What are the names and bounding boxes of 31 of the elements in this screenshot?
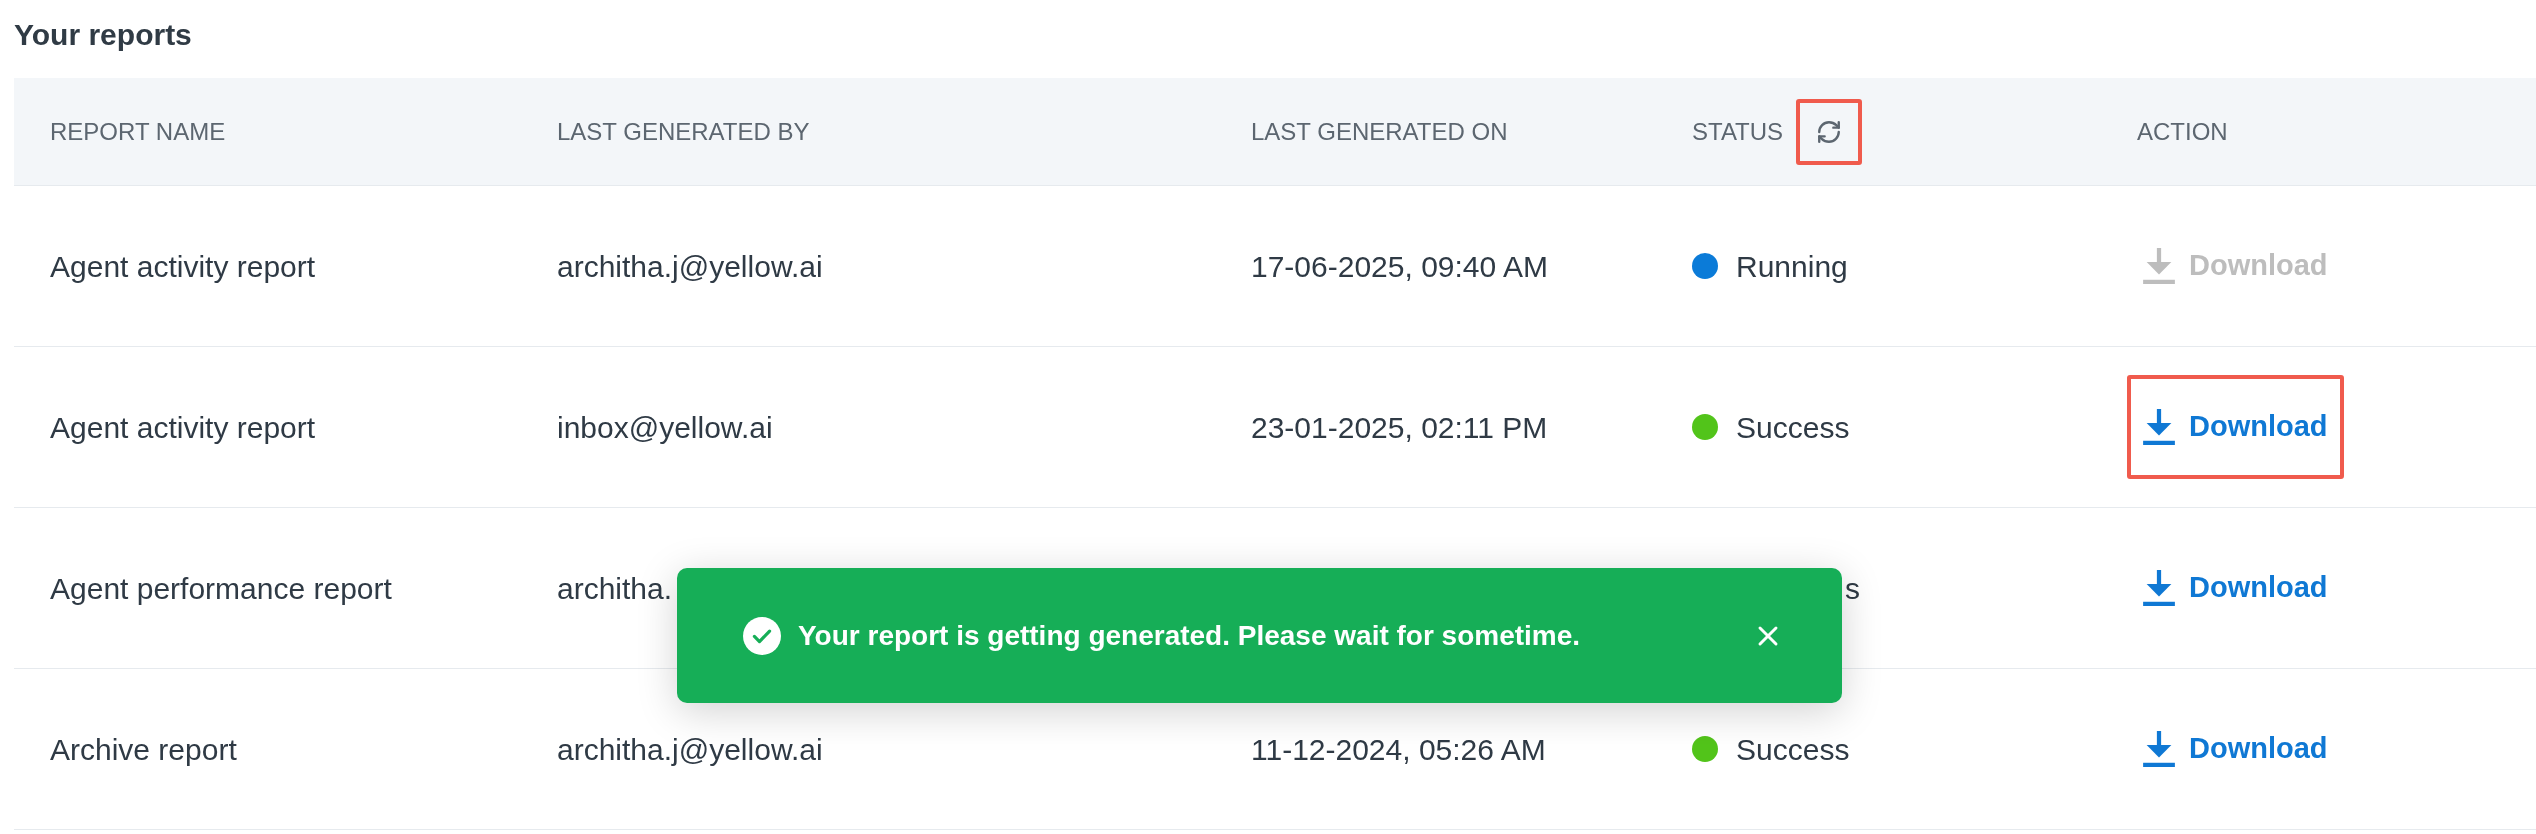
column-header: STATUS [1692,116,1784,147]
download-button[interactable]: Download [2143,566,2328,610]
table-cell: Agent activity report [50,249,316,283]
download-icon [2143,248,2175,284]
download-button[interactable]: Download [2143,727,2328,771]
table-cell: 23-01-2025, 02:11 PM [1251,410,1548,444]
check-circle-icon [743,616,781,655]
table-cell: 17-06-2025, 09:40 AM [1251,249,1548,283]
column-header: REPORT NAME [50,116,226,147]
status-text: s [1845,570,1860,607]
table-cell: Agent activity report [50,410,316,444]
download-icon [2143,570,2175,606]
toast-message: Your report is getting generated. Please wait for sometime. [798,618,1581,653]
column-header: LAST GENERATED BY [557,116,810,147]
status-text: Running [1736,248,1848,285]
column-header: ACTION [2137,116,2228,147]
table-cell: inbox@yellow.ai [557,410,773,444]
download-button[interactable]: Download [2143,405,2328,449]
table-cell: architha.j@yellow.ai [557,732,823,766]
status-text: Success [1736,409,1850,446]
table-cell: architha.j@yellow.ai [557,249,823,283]
table-cell: 11-12-2024, 05:26 AM [1251,732,1546,766]
column-header: LAST GENERATED ON [1251,116,1508,147]
status-text: Success [1736,731,1850,768]
table-cell: Archive report [50,732,237,766]
download-icon [2143,409,2175,445]
page-title: Your reports [14,17,192,53]
table-cell: Agent performance report [50,571,392,605]
refresh-icon [1816,118,1843,145]
download-icon [2143,731,2175,767]
table-cell: architha. [557,571,673,605]
